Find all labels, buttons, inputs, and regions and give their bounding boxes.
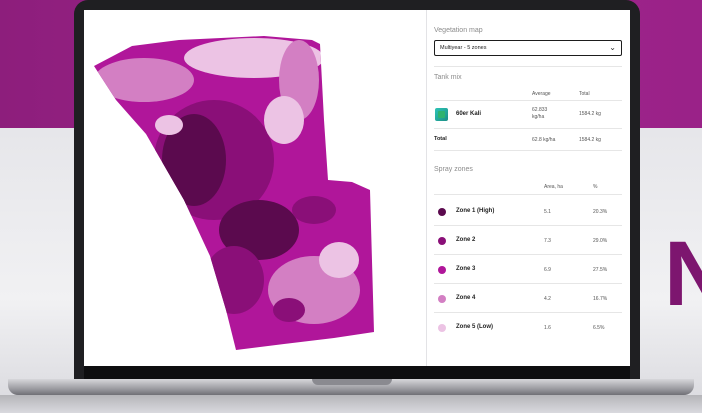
product-average-unit: kg/ha [532, 114, 545, 120]
field-map[interactable] [84, 10, 426, 366]
spray-zones-title: Spray zones [434, 166, 473, 173]
zone-name: Zone 3 [456, 266, 476, 272]
total-row-total: 1584.2 kg [579, 137, 601, 143]
zone-percent: 6.5% [593, 325, 605, 331]
tank-mix-title: Tank mix [434, 74, 462, 81]
zone-percent: 20.3% [593, 209, 608, 215]
zone-5-area [319, 242, 359, 278]
zone-color-dot [438, 237, 446, 245]
zone-2-area [292, 196, 336, 224]
divider [434, 225, 622, 226]
zone-area: 1.6 [544, 325, 551, 331]
spray-zone-row[interactable]: Zone 5 (Low) 1.6 6.5% [434, 318, 622, 340]
zone-color-dot [438, 208, 446, 216]
zone-color-dot [438, 266, 446, 274]
zone-area: 6.9 [544, 267, 551, 273]
background-letter: N [664, 223, 702, 325]
divider [434, 254, 622, 255]
zone-5-area [155, 115, 183, 135]
panel-divider [426, 10, 427, 366]
spray-zone-row[interactable]: Zone 4 4.2 16.7% [434, 289, 622, 311]
spray-zone-row[interactable]: Zone 2 7.3 29.0% [434, 231, 622, 253]
vegetation-map-selected: Multiyear - 5 zones [440, 45, 487, 51]
zone-area: 4.2 [544, 296, 551, 302]
chevron-down-icon: ⌄ [609, 43, 616, 52]
laptop-shadow [0, 395, 702, 413]
spray-zone-row[interactable]: Zone 3 6.9 27.5% [434, 260, 622, 282]
laptop-notch [312, 379, 392, 385]
divider [434, 100, 622, 101]
vegetation-map-select[interactable]: Multiyear - 5 zones ⌄ [434, 40, 622, 56]
side-panel: Vegetation map Multiyear - 5 zones ⌄ Tan… [434, 10, 624, 366]
zone-area: 7.3 [544, 238, 551, 244]
zone-area: 5.1 [544, 209, 551, 215]
product-total: 1584.2 kg [579, 111, 601, 117]
zone-color-dot [438, 324, 446, 332]
zone-percent: 29.0% [593, 238, 608, 244]
tank-mix-total-header: Total [579, 91, 590, 97]
total-row-average: 62.8 kg/ha [532, 137, 556, 143]
divider [434, 312, 622, 313]
zones-percent-header: % [593, 184, 598, 190]
zone-name: Zone 4 [456, 295, 476, 301]
laptop-screen: Vegetation map Multiyear - 5 zones ⌄ Tan… [84, 10, 630, 366]
zone-4-area [94, 58, 194, 102]
divider [434, 66, 622, 67]
zone-name: Zone 5 (Low) [456, 324, 493, 330]
product-icon [435, 108, 448, 121]
zone-percent: 16.7% [593, 296, 608, 302]
zone-2-area [273, 298, 305, 322]
total-row-label: Total [434, 136, 447, 142]
vegetation-map-title: Vegetation map [434, 27, 483, 34]
tank-mix-average-header: Average [532, 91, 551, 97]
divider [434, 150, 622, 151]
zone-name: Zone 2 [456, 237, 476, 243]
zones-area-header: Area, ha [544, 184, 563, 190]
divider [434, 128, 622, 129]
product-average-value: 62.833 [532, 107, 548, 113]
zone-percent: 27.5% [593, 267, 608, 273]
divider [434, 283, 622, 284]
zone-5-area [264, 96, 304, 144]
zone-2-area [204, 246, 264, 314]
zone-name: Zone 1 (High) [456, 208, 495, 214]
zone-color-dot [438, 295, 446, 303]
laptop-bottom-bezel [84, 366, 630, 379]
spray-zone-row[interactable]: Zone 1 (High) 5.1 20.3% [434, 202, 622, 224]
product-name: 60er Kali [456, 111, 482, 117]
field-map-graphic [94, 36, 374, 350]
divider [434, 194, 622, 195]
